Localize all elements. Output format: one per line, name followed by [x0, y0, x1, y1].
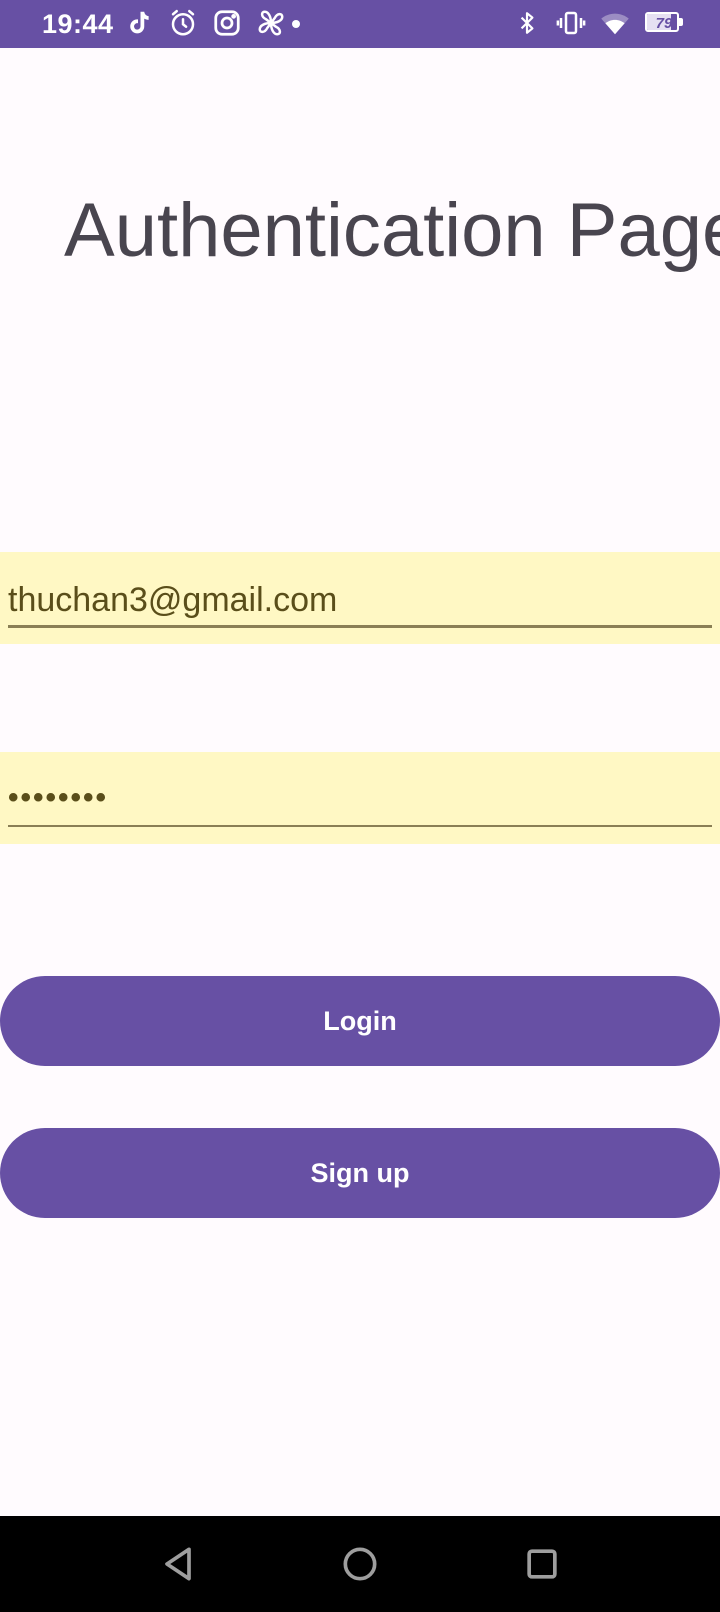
- password-field-value[interactable]: ••••••••: [8, 774, 108, 822]
- notification-dot: [292, 20, 300, 28]
- pinwheel-icon: [256, 8, 286, 38]
- instagram-icon: [212, 8, 242, 38]
- recents-icon[interactable]: [520, 1542, 564, 1586]
- battery-tip: [679, 18, 683, 26]
- battery-level: 79: [655, 15, 673, 32]
- back-icon[interactable]: [156, 1542, 200, 1586]
- bluetooth-icon: [514, 8, 540, 38]
- navigation-bar: [0, 1516, 720, 1612]
- status-bar: 19:44 79: [0, 0, 720, 48]
- battery-icon: 79: [645, 12, 683, 34]
- email-field-underline: [8, 625, 712, 628]
- page-title: Authentication Page: [64, 188, 720, 273]
- email-field[interactable]: thuchan3@gmail.com: [0, 552, 720, 644]
- signup-button[interactable]: Sign up: [0, 1128, 720, 1218]
- status-time: 19:44: [42, 9, 114, 39]
- email-field-value[interactable]: thuchan3@gmail.com: [8, 576, 337, 624]
- password-field[interactable]: ••••••••: [0, 752, 720, 844]
- tiktok-icon: [123, 8, 153, 38]
- home-icon[interactable]: [338, 1542, 382, 1586]
- alarm-icon: [168, 8, 198, 38]
- vibrate-icon: [556, 8, 586, 38]
- password-field-underline: [8, 825, 712, 827]
- wifi-icon: [598, 8, 632, 38]
- login-button[interactable]: Login: [0, 976, 720, 1066]
